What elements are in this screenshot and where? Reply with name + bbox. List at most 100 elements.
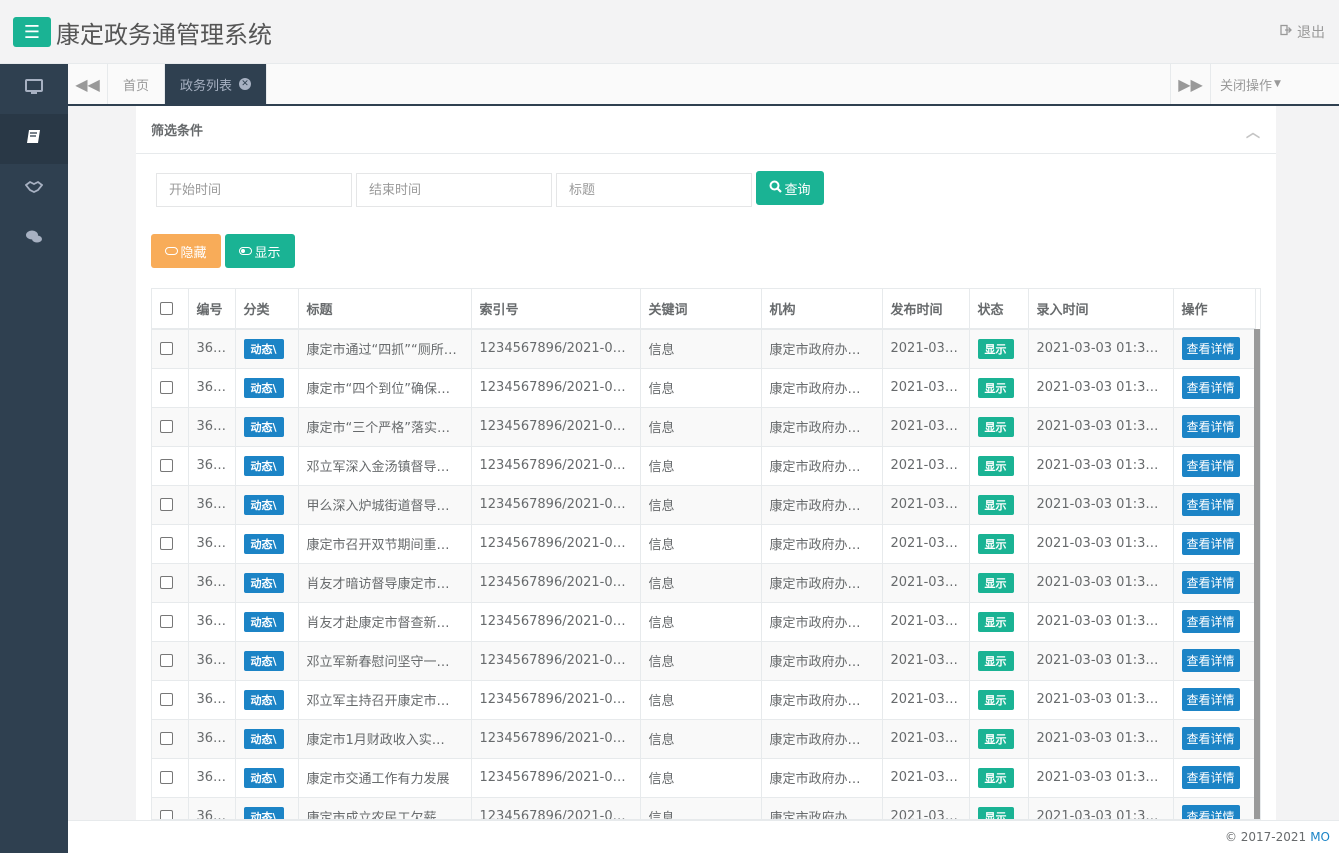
category-badge: 动态\ — [243, 650, 284, 671]
publish-date-cell: 2021-03-02 — [882, 679, 970, 719]
end-time-input[interactable] — [356, 173, 552, 207]
view-detail-button[interactable]: 查看详情 — [1181, 766, 1240, 789]
org-cell: 康定市政府办… — [761, 601, 883, 641]
view-detail-button[interactable]: 查看详情 — [1181, 493, 1240, 516]
column-header[interactable]: 编号 — [188, 289, 236, 330]
row-checkbox[interactable] — [160, 498, 173, 511]
row-checkbox[interactable] — [160, 381, 173, 394]
row-checkbox[interactable] — [160, 732, 173, 745]
column-header[interactable]: 索引号 — [471, 289, 641, 330]
row-checkbox[interactable] — [160, 693, 173, 706]
table-row: 3648 动态\ 康定市通过“四抓”“厕所… 1234567896/2021-0008… — [152, 328, 1256, 368]
status-badge: 显示 — [977, 455, 1014, 476]
action-cell: 查看详情 — [1173, 601, 1256, 641]
select-all-checkbox[interactable] — [160, 302, 173, 315]
view-detail-button[interactable]: 查看详情 — [1181, 610, 1240, 633]
view-detail-button[interactable]: 查看详情 — [1181, 376, 1240, 399]
action-cell: 查看详情 — [1173, 523, 1256, 563]
table-row: 3644 动态\ 甲么深入炉城街道督导… 1234567896/2021-00083 信… — [152, 484, 1256, 524]
status-badge: 显示 — [977, 377, 1014, 398]
column-header[interactable]: 标题 — [298, 289, 472, 330]
close-icon[interactable]: ✕ — [239, 78, 252, 90]
index-cell: 1234567896/2021-00075 — [471, 796, 641, 819]
row-checkbox[interactable] — [160, 459, 173, 472]
sidebar-item-affairs[interactable] — [0, 114, 68, 164]
entered-time-cell: 2021-03-03 01:30:24 — [1028, 718, 1174, 758]
logout-button[interactable]: 退出 — [1280, 22, 1325, 42]
view-detail-button[interactable]: 查看详情 — [1181, 454, 1240, 477]
column-header[interactable]: 机构 — [761, 289, 883, 330]
category-badge: 动态\ — [243, 338, 284, 359]
view-detail-button[interactable]: 查看详情 — [1181, 337, 1240, 361]
toggle-buttons: 隐藏 显示 — [151, 234, 295, 268]
category-badge: 动态\ — [243, 572, 284, 593]
entered-time-cell: 2021-03-03 01:30:25 — [1028, 523, 1174, 563]
org-cell: 康定市政府办… — [761, 406, 883, 446]
row-checkbox[interactable] — [160, 654, 173, 667]
id-cell: 3638 — [188, 718, 236, 758]
entered-time-cell: 2021-03-03 01:30:24 — [1028, 601, 1174, 641]
row-checkbox[interactable] — [160, 420, 173, 433]
category-cell: 动态\ — [235, 406, 299, 446]
view-detail-button[interactable]: 查看详情 — [1181, 571, 1240, 594]
column-header[interactable]: 发布时间 — [882, 289, 970, 330]
tab-home[interactable]: 首页 — [108, 64, 166, 104]
tab-affairs-list[interactable]: 政务列表 ✕ — [165, 64, 268, 104]
action-cell: 查看详情 — [1173, 640, 1256, 680]
close-operations-dropdown[interactable]: 关闭操作 ▼ — [1210, 64, 1290, 104]
row-checkbox[interactable] — [160, 576, 173, 589]
view-detail-button[interactable]: 查看详情 — [1181, 415, 1240, 438]
view-detail-button[interactable]: 查看详情 — [1181, 532, 1240, 555]
column-header[interactable]: 关键词 — [640, 289, 762, 330]
row-checkbox[interactable] — [160, 342, 173, 356]
column-header[interactable]: 分类 — [235, 289, 299, 330]
table-scrollbar[interactable] — [1254, 329, 1260, 819]
status-cell: 显示 — [969, 445, 1029, 485]
tab-scroll-right-button[interactable]: ▶▶ — [1170, 64, 1210, 104]
tab-scroll-left-button[interactable]: ◀◀ — [68, 64, 108, 104]
entered-time-cell: 2021-03-03 01:30:25 — [1028, 367, 1174, 407]
view-detail-button[interactable]: 查看详情 — [1181, 688, 1240, 711]
start-time-input[interactable] — [156, 173, 352, 207]
sidebar-item-messages[interactable] — [0, 214, 68, 264]
sidebar-item-dashboard[interactable] — [0, 64, 68, 114]
table-row: 3640 动态\ 邓立军新春慰问坚守一… 1234567896/2021-00079 信… — [152, 640, 1256, 680]
backward-icon: ◀◀ — [75, 74, 100, 94]
index-cell: 1234567896/2021-00077 — [471, 718, 641, 758]
sidebar-item-cooperation[interactable] — [0, 164, 68, 214]
menu-toggle-button[interactable]: ☰ — [13, 17, 51, 47]
action-cell: 查看详情 — [1173, 796, 1256, 819]
show-button[interactable]: 显示 — [225, 234, 295, 268]
row-checkbox[interactable] — [160, 810, 173, 819]
category-cell: 动态\ — [235, 718, 299, 758]
id-cell: 3636 — [188, 796, 236, 819]
status-cell: 显示 — [969, 601, 1029, 641]
status-badge: 显示 — [977, 416, 1014, 437]
title-input[interactable] — [556, 173, 752, 207]
status-cell: 显示 — [969, 757, 1029, 797]
status-badge: 显示 — [977, 494, 1014, 515]
category-badge: 动态\ — [243, 728, 284, 749]
hide-button[interactable]: 隐藏 — [151, 234, 221, 268]
publish-date-cell: 2021-03-02 — [882, 640, 970, 680]
category-cell: 动态\ — [235, 523, 299, 563]
top-navbar: ☰ 康定政务通管理系统 退出 — [0, 0, 1339, 64]
query-button[interactable]: 查询 — [756, 171, 824, 205]
column-header[interactable]: 状态 — [969, 289, 1029, 330]
chevron-up-icon[interactable]: ︿ — [1246, 122, 1260, 142]
filter-form: 查询 — [156, 171, 824, 207]
column-header[interactable]: 录入时间 — [1028, 289, 1174, 330]
publish-date-cell: 2021-03-02 — [882, 757, 970, 797]
view-detail-button[interactable]: 查看详情 — [1181, 649, 1240, 672]
id-cell: 3639 — [188, 679, 236, 719]
toggle-on-icon — [239, 247, 253, 255]
view-detail-button[interactable]: 查看详情 — [1181, 805, 1240, 819]
row-checkbox[interactable] — [160, 537, 173, 550]
view-detail-button[interactable]: 查看详情 — [1181, 727, 1240, 750]
table-row: 3646 动态\ 康定市“三个严格”落实… 1234567896/2021-00085… — [152, 406, 1256, 446]
row-checkbox[interactable] — [160, 615, 173, 628]
action-cell: 查看详情 — [1173, 562, 1256, 602]
category-cell: 动态\ — [235, 484, 299, 524]
row-checkbox[interactable] — [160, 771, 173, 784]
tab-affairs-label: 政务列表 — [180, 78, 233, 94]
